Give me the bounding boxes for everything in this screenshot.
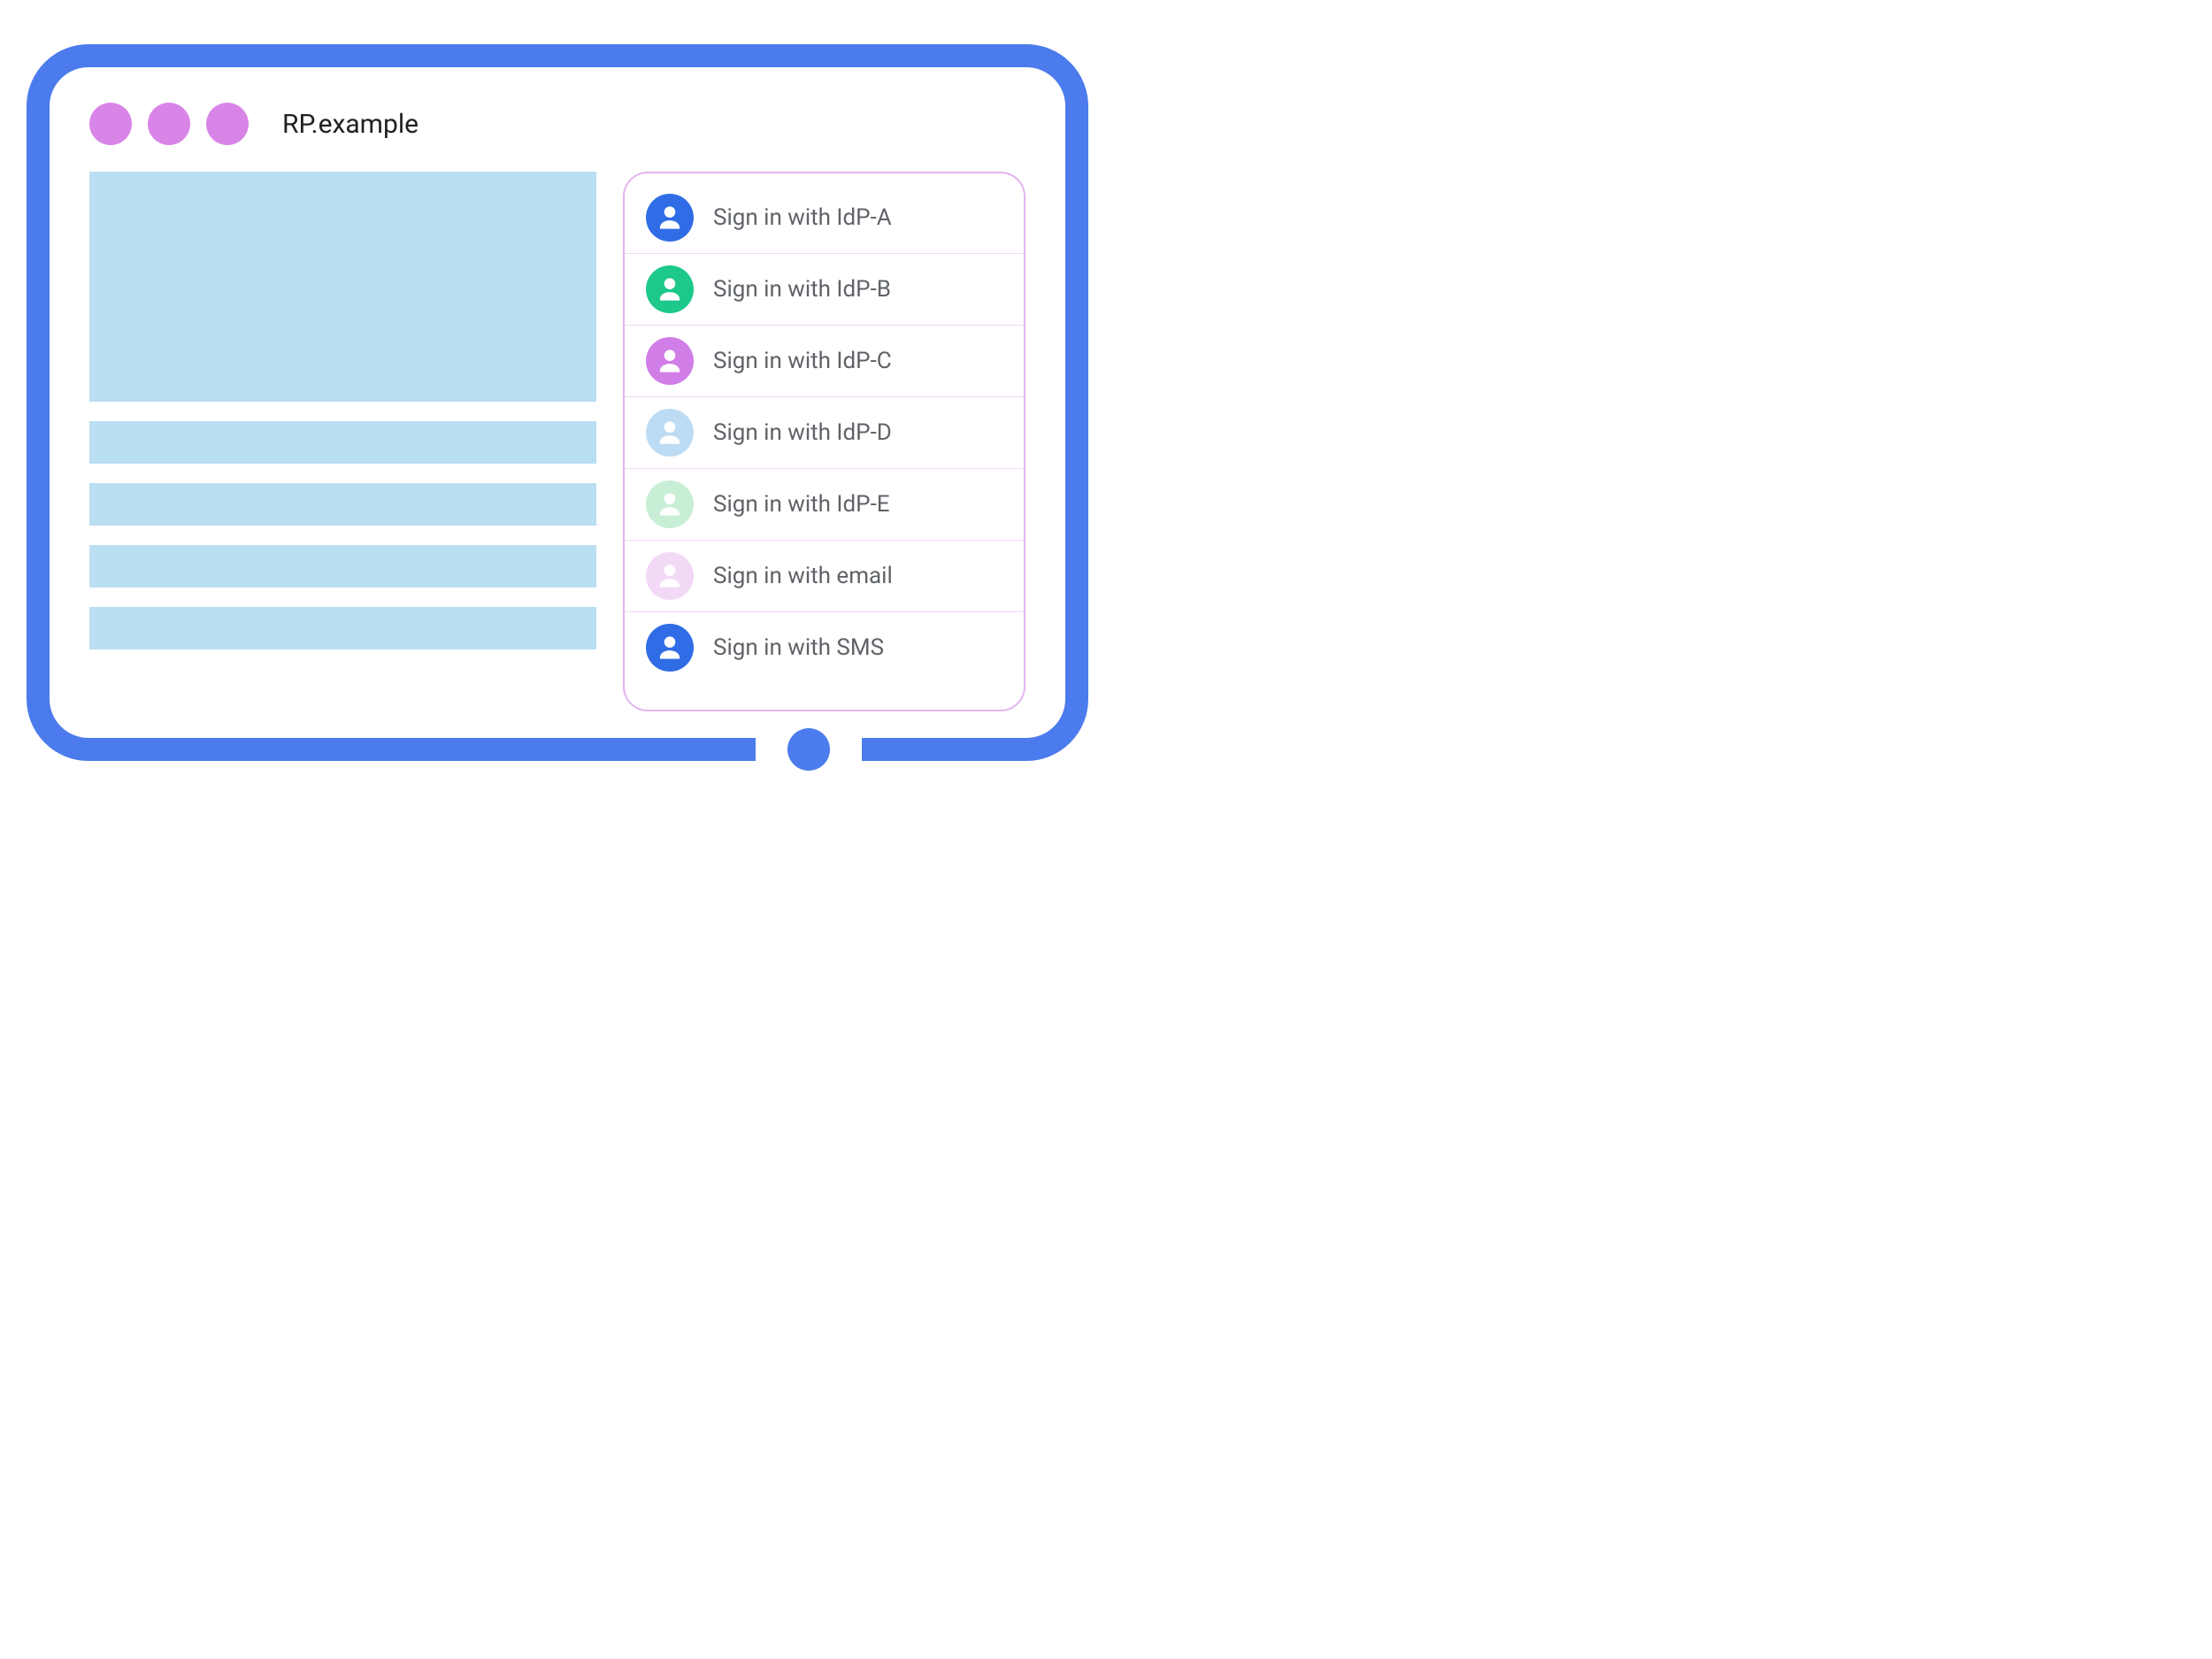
window-control-dot-icon (89, 103, 132, 145)
signin-option-idp-d[interactable]: Sign in with IdP-D (625, 397, 1024, 469)
user-icon (646, 194, 694, 242)
user-icon (646, 552, 694, 600)
signin-option-idp-e[interactable]: Sign in with IdP-E (625, 469, 1024, 541)
signin-option-label: Sign in with IdP-B (713, 276, 891, 303)
signin-option-label: Sign in with SMS (713, 634, 884, 661)
page-title: RP.example (282, 109, 419, 140)
signin-option-email[interactable]: Sign in with email (625, 541, 1024, 612)
signin-option-label: Sign in with IdP-C (713, 348, 892, 374)
signin-option-label: Sign in with email (713, 563, 893, 589)
signin-option-idp-b[interactable]: Sign in with IdP-B (625, 254, 1024, 326)
user-icon (646, 409, 694, 457)
browser-header: RP.example (89, 94, 1025, 172)
content-hero-block (89, 172, 596, 402)
window-control-dot-icon (148, 103, 190, 145)
browser-window: RP.example Sign in with IdP-A (89, 94, 1025, 711)
signin-option-sms[interactable]: Sign in with SMS (625, 612, 1024, 683)
user-icon (646, 265, 694, 313)
content-line-block (89, 607, 596, 649)
signin-option-label: Sign in with IdP-A (713, 204, 892, 231)
page-content-placeholder (89, 172, 596, 711)
signin-option-label: Sign in with IdP-D (713, 419, 892, 446)
content-line-block (89, 483, 596, 526)
device-frame: RP.example Sign in with IdP-A (27, 44, 1088, 761)
device-notch (756, 738, 862, 761)
content-line-block (89, 545, 596, 588)
signin-provider-panel: Sign in with IdP-A Sign in with IdP-B Si… (623, 172, 1025, 711)
device-home-button (787, 728, 830, 771)
browser-body: Sign in with IdP-A Sign in with IdP-B Si… (89, 172, 1025, 711)
user-icon (646, 624, 694, 672)
signin-option-idp-a[interactable]: Sign in with IdP-A (625, 182, 1024, 254)
signin-option-idp-c[interactable]: Sign in with IdP-C (625, 326, 1024, 397)
signin-option-label: Sign in with IdP-E (713, 491, 890, 518)
window-control-dot-icon (206, 103, 249, 145)
user-icon (646, 480, 694, 528)
content-line-block (89, 421, 596, 464)
user-icon (646, 337, 694, 385)
